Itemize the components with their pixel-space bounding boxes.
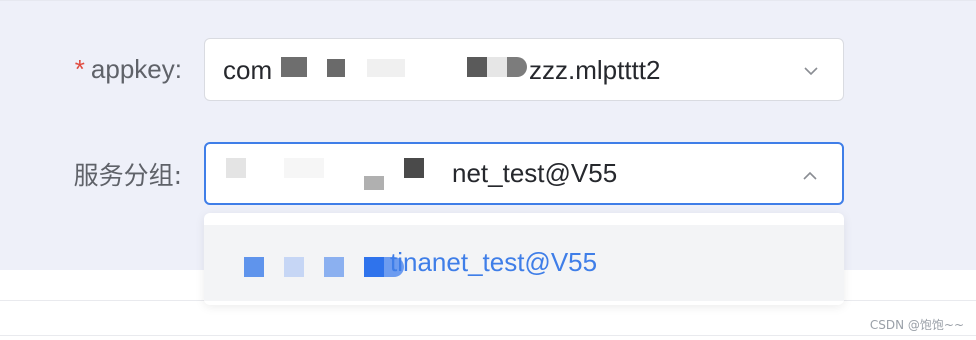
appkey-label-text: appkey: bbox=[90, 54, 182, 84]
dropdown-option-label: tinanet_test@V55 bbox=[390, 247, 598, 277]
redaction-mask bbox=[467, 57, 487, 77]
service-group-select[interactable]: net_test@V55 bbox=[204, 142, 844, 205]
chevron-up-icon[interactable] bbox=[800, 166, 820, 186]
divider bbox=[0, 335, 976, 336]
redaction-mask bbox=[284, 158, 324, 178]
appkey-value-prefix: com bbox=[223, 55, 273, 85]
redaction-mask bbox=[281, 57, 307, 77]
redaction-mask bbox=[284, 257, 304, 277]
redaction-mask bbox=[367, 59, 405, 77]
redaction-mask bbox=[487, 57, 507, 77]
chevron-down-icon[interactable] bbox=[801, 61, 821, 81]
redaction-mask bbox=[364, 176, 384, 190]
appkey-value-suffix: zzz.mlptttt2 bbox=[529, 55, 661, 85]
service-group-dropdown: tinanet_test@V55 bbox=[204, 213, 844, 305]
redaction-mask bbox=[507, 57, 527, 77]
dropdown-option[interactable]: tinanet_test@V55 bbox=[204, 225, 844, 301]
redaction-mask bbox=[404, 158, 424, 178]
redaction-mask bbox=[324, 257, 344, 277]
service-group-value: net_test@V55 bbox=[452, 158, 618, 188]
required-mark: * bbox=[74, 54, 85, 84]
service-group-label: 服务分组: bbox=[73, 161, 182, 190]
redaction-mask bbox=[226, 158, 246, 178]
appkey-select[interactable]: com zzz.mlptttt2 bbox=[204, 38, 844, 101]
redaction-mask bbox=[364, 257, 384, 277]
redaction-mask bbox=[244, 257, 264, 277]
watermark: CSDN @饱饱~~ bbox=[869, 318, 964, 332]
redaction-mask bbox=[327, 59, 345, 77]
appkey-label: * appkey: bbox=[58, 54, 182, 85]
